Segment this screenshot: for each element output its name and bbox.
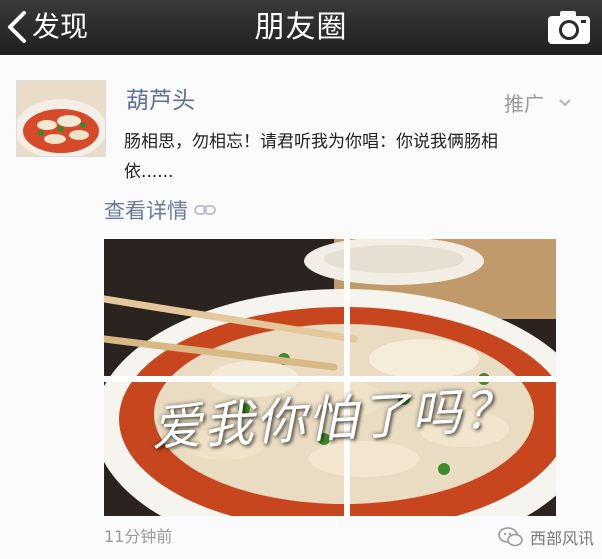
page-title: 朋友圈 — [254, 10, 348, 45]
avatar[interactable] — [16, 80, 106, 157]
watermark: 西部风讯 — [498, 525, 594, 549]
post-image-grid[interactable]: 爱我你怕了吗？ — [104, 239, 556, 516]
post-timestamp: 11分钟前 — [104, 527, 173, 546]
post-text: 肠相思，勿相忘！请君听我为你唱：你说我俩肠相依...... — [124, 132, 498, 182]
promotion-label: 推广 — [504, 92, 544, 116]
username[interactable]: 葫芦头 — [126, 81, 195, 115]
promotion-dropdown[interactable]: 推广 — [504, 88, 572, 117]
view-details-label: 查看详情 — [104, 199, 188, 223]
view-details-link[interactable]: 查看详情 — [104, 195, 216, 225]
moment-post: 葫芦头 推广 肠相思，勿相忘！请君听我为你唱：你说我俩肠相依...... 查看详… — [0, 55, 602, 559]
top-nav-bar: 发现 朋友圈 — [0, 0, 602, 55]
link-icon — [194, 205, 216, 215]
wechat-icon — [498, 527, 523, 547]
avatar-image — [17, 81, 105, 156]
watermark-text: 西部风讯 — [529, 529, 594, 548]
camera-icon[interactable] — [546, 8, 592, 46]
chevron-down-icon — [559, 98, 571, 106]
